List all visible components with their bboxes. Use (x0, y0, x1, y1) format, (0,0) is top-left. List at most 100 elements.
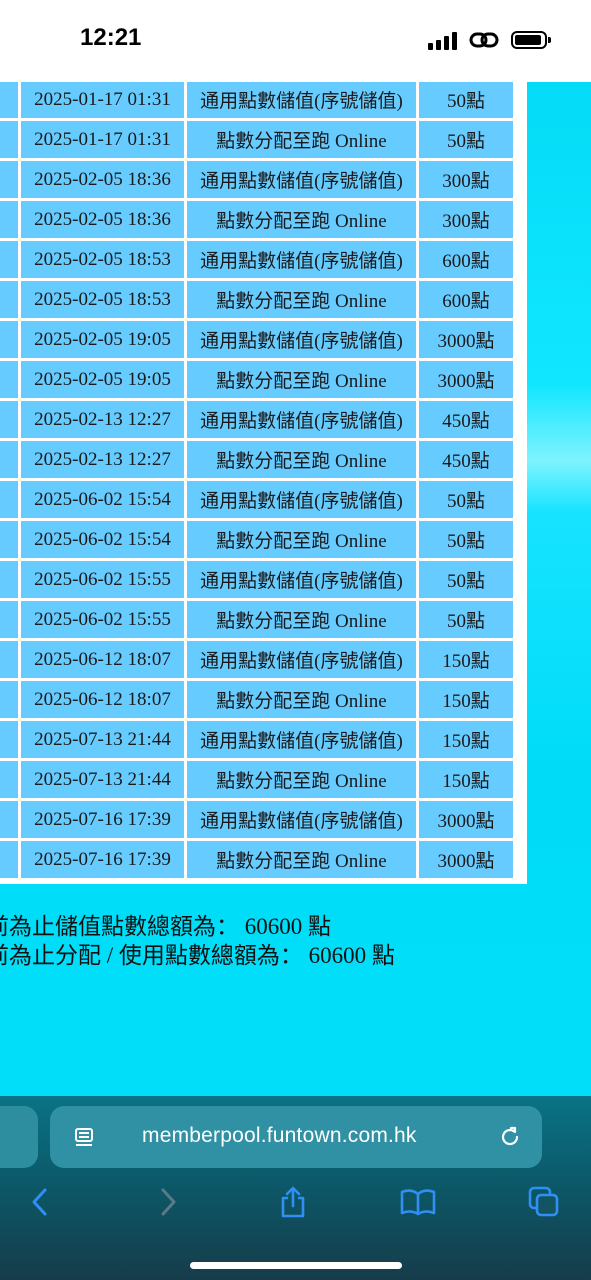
row-marker-cell (0, 721, 18, 758)
table-row: 2025-06-12 18:07 通用點數儲值(序號儲值) 150點 (0, 641, 513, 678)
date-cell: 2025-02-05 18:53 (21, 241, 184, 278)
table-row: 2025-01-17 01:31 通用點數儲值(序號儲值) 50點 (0, 81, 513, 118)
link-icon (469, 32, 499, 48)
page-menu-icon[interactable] (74, 1127, 94, 1149)
table-row: 2025-02-13 12:27 點數分配至跑 Online 450點 (0, 441, 513, 478)
battery-icon (511, 31, 551, 49)
back-icon (32, 1188, 47, 1216)
date-cell: 2025-07-16 17:39 (21, 801, 184, 838)
address-bar[interactable]: memberpool.funtown.com.hk (50, 1106, 542, 1168)
date-cell: 2025-06-12 18:07 (21, 641, 184, 678)
table-row: 2025-02-05 18:53 通用點數儲值(序號儲值) 600點 (0, 241, 513, 278)
points-cell: 600點 (419, 281, 513, 318)
description-cell: 通用點數儲值(序號儲值) (187, 321, 416, 358)
browser-chrome: memberpool.funtown.com.hk (0, 1096, 591, 1280)
description-cell: 點數分配至跑 Online (187, 841, 416, 878)
totals: 前為止儲值點數總額為： 60600 點 前為止分配 / 使用點數總額為： 606… (0, 912, 395, 970)
reload-icon[interactable] (498, 1125, 522, 1149)
row-marker-cell (0, 521, 18, 558)
date-cell: 2025-02-05 19:05 (21, 361, 184, 398)
records-body: 2025-01-17 01:31 通用點數儲值(序號儲值) 50點 2025-01-1… (0, 81, 513, 878)
row-marker-cell (0, 81, 18, 118)
table-row: 2025-06-02 15:55 通用點數儲值(序號儲值) 50點 (0, 561, 513, 598)
row-marker-cell (0, 281, 18, 318)
url-text[interactable]: memberpool.funtown.com.hk (142, 1124, 417, 1148)
date-cell: 2025-02-13 12:27 (21, 401, 184, 438)
points-cell: 3000點 (419, 801, 513, 838)
points-cell: 600點 (419, 241, 513, 278)
date-cell: 2025-02-13 12:27 (21, 441, 184, 478)
table-row: 2025-02-05 19:05 點數分配至跑 Online 3000點 (0, 361, 513, 398)
points-cell: 450點 (419, 401, 513, 438)
tabs-icon (528, 1186, 559, 1217)
date-cell: 2025-02-05 18:53 (21, 281, 184, 318)
date-cell: 2025-07-13 21:44 (21, 761, 184, 798)
description-cell: 通用點數儲值(序號儲值) (187, 801, 416, 838)
status-icons (428, 26, 551, 54)
row-marker-cell (0, 841, 18, 878)
row-marker-cell (0, 321, 18, 358)
row-marker-cell (0, 641, 18, 678)
description-cell: 通用點數儲值(序號儲值) (187, 241, 416, 278)
records-table: 2025-01-17 01:31 通用點數儲值(序號儲值) 50點 2025-01-1… (0, 78, 516, 881)
points-cell: 150點 (419, 761, 513, 798)
points-cell: 50點 (419, 601, 513, 638)
row-marker-cell (0, 161, 18, 198)
description-cell: 通用點數儲值(序號儲值) (187, 641, 416, 678)
points-cell: 50點 (419, 481, 513, 518)
points-cell: 3000點 (419, 321, 513, 358)
description-cell: 通用點數儲值(序號儲值) (187, 721, 416, 758)
row-marker-cell (0, 761, 18, 798)
row-marker-cell (0, 401, 18, 438)
table-row: 2025-02-05 18:36 通用點數儲值(序號儲值) 300點 (0, 161, 513, 198)
table-row: 2025-02-05 19:05 通用點數儲值(序號儲值) 3000點 (0, 321, 513, 358)
table-row: 2025-07-16 17:39 通用點數儲值(序號儲值) 3000點 (0, 801, 513, 838)
date-cell: 2025-07-16 17:39 (21, 841, 184, 878)
cellular-signal-icon (428, 30, 457, 50)
share-button[interactable] (275, 1184, 311, 1220)
row-marker-cell (0, 201, 18, 238)
points-cell: 300點 (419, 161, 513, 198)
table-row: 2025-02-13 12:27 通用點數儲值(序號儲值) 450點 (0, 401, 513, 438)
points-cell: 50點 (419, 81, 513, 118)
row-marker-cell (0, 361, 18, 398)
date-cell: 2025-06-02 15:54 (21, 521, 184, 558)
points-cell: 300點 (419, 201, 513, 238)
description-cell: 通用點數儲值(序號儲值) (187, 401, 416, 438)
description-cell: 點數分配至跑 Online (187, 681, 416, 718)
bookmarks-icon (400, 1189, 436, 1216)
date-cell: 2025-01-17 01:31 (21, 121, 184, 158)
row-marker-cell (0, 801, 18, 838)
table-row: 2025-02-05 18:36 點數分配至跑 Online 300點 (0, 201, 513, 238)
table-row: 2025-07-16 17:39 點數分配至跑 Online 3000點 (0, 841, 513, 878)
points-cell: 50點 (419, 121, 513, 158)
description-cell: 點數分配至跑 Online (187, 601, 416, 638)
back-button[interactable] (22, 1184, 58, 1220)
date-cell: 2025-07-13 21:44 (21, 721, 184, 758)
tabs-button[interactable] (526, 1184, 562, 1220)
date-cell: 2025-06-02 15:55 (21, 601, 184, 638)
description-cell: 通用點數儲值(序號儲值) (187, 481, 416, 518)
description-cell: 點數分配至跑 Online (187, 281, 416, 318)
description-cell: 點數分配至跑 Online (187, 121, 416, 158)
status-time: 12:21 (80, 24, 142, 51)
row-marker-cell (0, 441, 18, 478)
row-marker-cell (0, 241, 18, 278)
date-cell: 2025-02-05 18:36 (21, 161, 184, 198)
forward-button[interactable] (150, 1184, 186, 1220)
date-cell: 2025-06-02 15:54 (21, 481, 184, 518)
date-cell: 2025-06-12 18:07 (21, 681, 184, 718)
points-cell: 3000點 (419, 361, 513, 398)
description-cell: 點數分配至跑 Online (187, 201, 416, 238)
bookmarks-button[interactable] (400, 1184, 436, 1220)
description-cell: 點數分配至跑 Online (187, 521, 416, 558)
description-cell: 通用點數儲值(序號儲值) (187, 561, 416, 598)
points-cell: 50點 (419, 521, 513, 558)
share-icon (281, 1186, 305, 1218)
date-cell: 2025-02-05 18:36 (21, 201, 184, 238)
home-indicator (190, 1262, 402, 1269)
points-cell: 3000點 (419, 841, 513, 878)
previous-tab-pill[interactable] (0, 1106, 38, 1168)
description-cell: 通用點數儲值(序號儲值) (187, 161, 416, 198)
points-cell: 150點 (419, 721, 513, 758)
